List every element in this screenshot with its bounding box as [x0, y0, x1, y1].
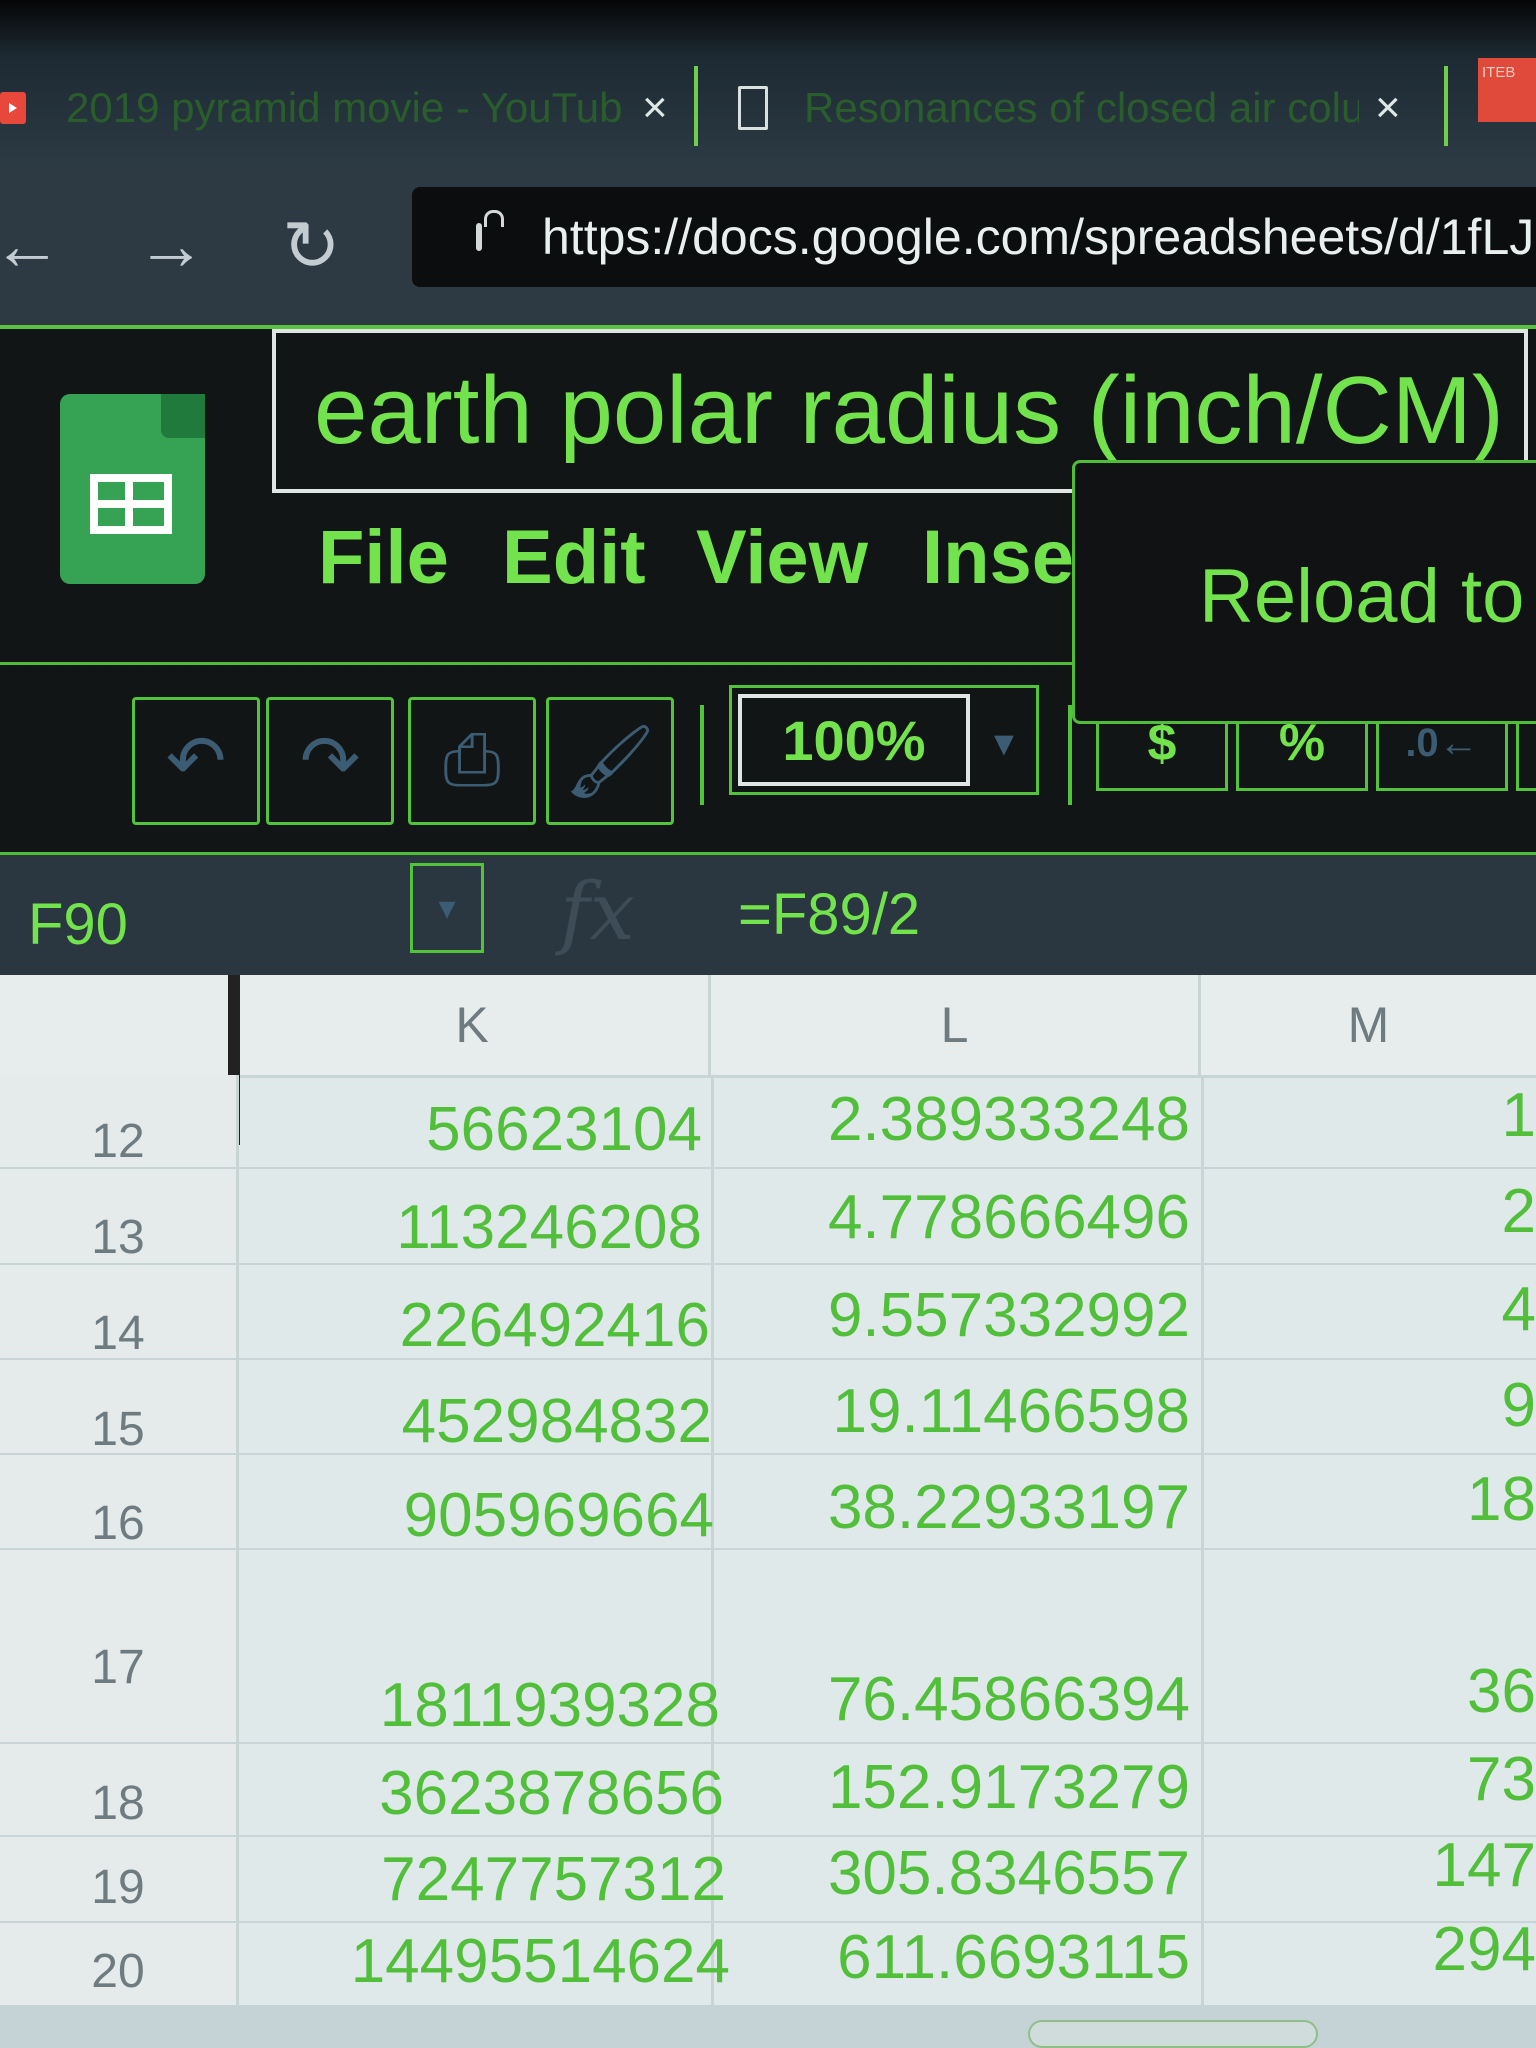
- chevron-down-icon[interactable]: ▾: [410, 863, 484, 953]
- zoom-select[interactable]: 100% ▾: [729, 685, 1039, 795]
- sheets-header: earth polar radius (inch/CM) File Edit V…: [0, 329, 1536, 724]
- extension-icon[interactable]: ITEB: [1478, 58, 1536, 122]
- redo-button[interactable]: ↷: [266, 697, 394, 825]
- cell-m12[interactable]: 1: [1300, 1080, 1536, 1151]
- undo-button[interactable]: ↶: [132, 697, 260, 825]
- cell-k15[interactable]: 452984832: [300, 1386, 712, 1457]
- cell-m19[interactable]: 147: [1300, 1830, 1536, 1901]
- zoom-value: 100%: [738, 694, 970, 786]
- row-number[interactable]: 12: [0, 1114, 236, 1169]
- tab-divider: [694, 66, 698, 146]
- tab-title: 2019 pyramid movie - YouTub: [66, 84, 623, 131]
- cell-k18[interactable]: 3623878656: [300, 1758, 724, 1829]
- cell-m18[interactable]: 73: [1300, 1744, 1536, 1815]
- print-button[interactable]: ⎙: [408, 697, 536, 825]
- navigation-bar: ← → ↻ https://docs.google.com/spreadshee…: [0, 165, 1536, 329]
- cell-k19[interactable]: 7247757312: [300, 1844, 726, 1915]
- reload-icon[interactable]: ↻: [282, 205, 341, 287]
- scrollbar-thumb[interactable]: [1028, 2020, 1318, 2048]
- menu-view[interactable]: View: [696, 514, 868, 601]
- formula-bar: F90 ▾ fx =F89/2: [0, 852, 1536, 979]
- cell-m14[interactable]: 4: [1300, 1274, 1536, 1345]
- cell-k16[interactable]: 905969664: [300, 1480, 714, 1551]
- cell-k20[interactable]: 14495514624: [250, 1926, 730, 1997]
- row-number[interactable]: 17: [0, 1640, 236, 1695]
- cell-m17[interactable]: 36: [1300, 1656, 1536, 1727]
- reload-banner-text: Reload to a: [1199, 554, 1536, 639]
- select-all-corner[interactable]: [0, 975, 236, 1075]
- youtube-icon: [0, 92, 26, 124]
- address-bar[interactable]: https://docs.google.com/spreadsheets/d/1…: [412, 187, 1536, 287]
- row-number[interactable]: 14: [0, 1306, 236, 1361]
- cell-m20[interactable]: 294: [1300, 1914, 1536, 1985]
- cell-l12[interactable]: 2.389333248: [760, 1084, 1190, 1155]
- name-box[interactable]: F90: [28, 891, 128, 958]
- column-header-m[interactable]: M: [1201, 975, 1536, 1075]
- tab-title: Resonances of closed air colu: [804, 84, 1359, 131]
- cell-m16[interactable]: 18: [1300, 1464, 1536, 1535]
- row-number[interactable]: 18: [0, 1776, 236, 1831]
- column-header-l[interactable]: L: [711, 975, 1201, 1075]
- cell-l15[interactable]: 19.11466598: [760, 1376, 1190, 1447]
- column-divider: [1201, 1075, 1204, 2048]
- cell-l18[interactable]: 152.9173279: [760, 1752, 1190, 1823]
- row-number[interactable]: 19: [0, 1860, 236, 1915]
- cell-l13[interactable]: 4.778666496: [760, 1182, 1190, 1253]
- row-number[interactable]: 13: [0, 1210, 236, 1265]
- tab-divider: [1444, 66, 1448, 146]
- menu-edit[interactable]: Edit: [502, 514, 646, 601]
- column-header-k[interactable]: K: [236, 975, 711, 1075]
- paint-format-button[interactable]: 🖌: [546, 697, 674, 825]
- tab-strip: 2019 pyramid movie - YouTub × Resonances…: [0, 0, 1536, 165]
- cell-l16[interactable]: 38.22933197: [760, 1472, 1190, 1543]
- cell-m15[interactable]: 9: [1300, 1370, 1536, 1441]
- cell-k14[interactable]: 226492416: [300, 1290, 710, 1361]
- close-icon[interactable]: ×: [642, 83, 668, 133]
- close-icon[interactable]: ×: [1375, 83, 1401, 133]
- function-icon: fx: [560, 865, 635, 958]
- toolbar-divider: [700, 705, 704, 805]
- toolbar-divider: [1068, 705, 1072, 805]
- cell-l19[interactable]: 305.8346557: [760, 1838, 1190, 1909]
- cell-k12[interactable]: 56623104: [300, 1094, 702, 1165]
- cell-l14[interactable]: 9.557332992: [760, 1280, 1190, 1351]
- cell-l20[interactable]: 611.6693115: [760, 1922, 1190, 1993]
- cell-l17[interactable]: 76.45866394: [760, 1664, 1190, 1735]
- row-number[interactable]: 15: [0, 1402, 236, 1457]
- menu-file[interactable]: File: [318, 514, 449, 601]
- back-icon[interactable]: ←: [0, 205, 62, 285]
- tab-youtube[interactable]: 2019 pyramid movie - YouTub ×: [0, 68, 668, 148]
- tab-resonances[interactable]: Resonances of closed air colu ×: [738, 68, 1401, 148]
- cell-k17[interactable]: 1811939328: [300, 1670, 720, 1741]
- document-icon: [738, 86, 768, 130]
- cell-k13[interactable]: 113246208: [300, 1192, 702, 1263]
- cell-m13[interactable]: 2: [1300, 1176, 1536, 1247]
- reload-banner[interactable]: Reload to a: [1072, 460, 1536, 724]
- sheets-logo-icon[interactable]: [60, 394, 205, 584]
- lock-icon: [476, 210, 504, 251]
- row-number[interactable]: 16: [0, 1496, 236, 1551]
- formula-input[interactable]: =F89/2: [738, 881, 920, 948]
- forward-icon[interactable]: →: [136, 205, 206, 285]
- row-number[interactable]: 20: [0, 1944, 236, 1999]
- url-text: https://docs.google.com/spreadsheets/d/1…: [542, 209, 1536, 265]
- chevron-down-icon: ▾: [993, 721, 1014, 765]
